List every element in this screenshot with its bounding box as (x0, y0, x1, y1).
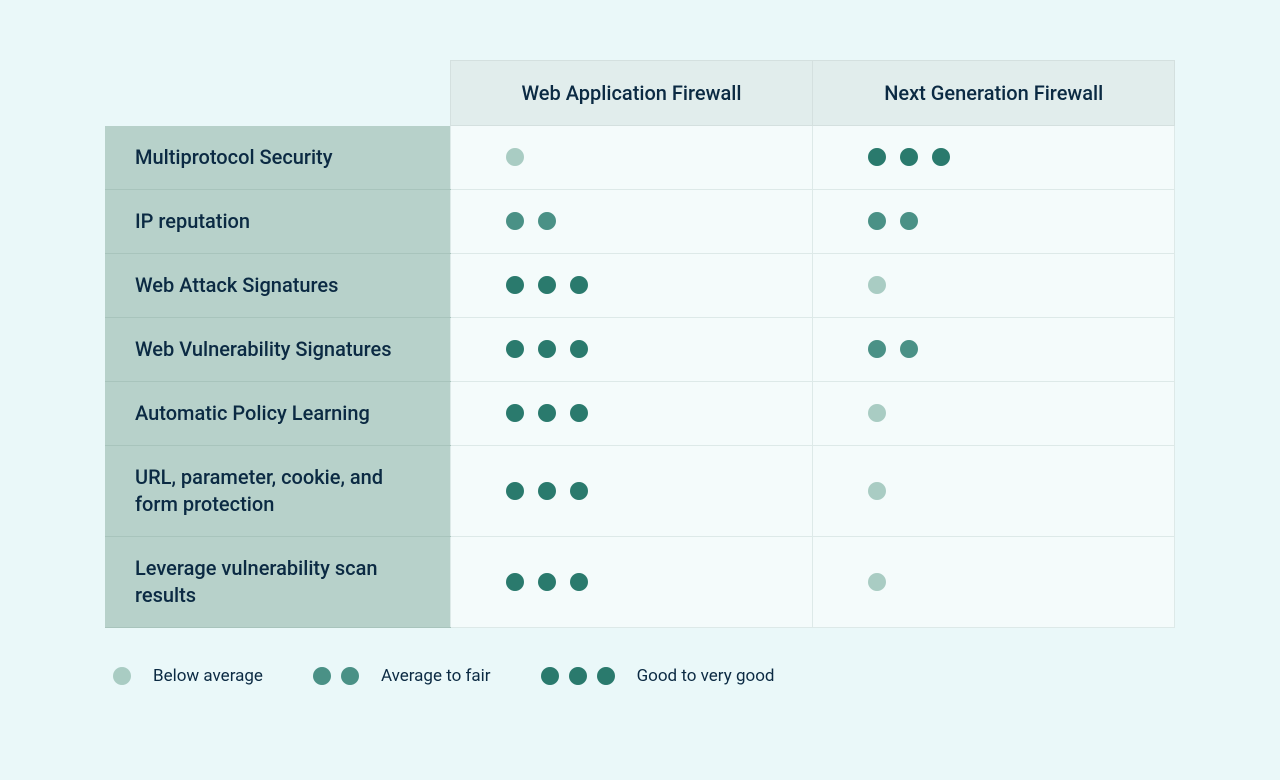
dot-icon (541, 667, 559, 685)
legend-dots (113, 667, 131, 685)
dot-icon (570, 482, 588, 500)
cell-waf-auto-policy (450, 381, 813, 445)
cell-ngfw-vuln-scan (813, 536, 1175, 627)
dot-icon (506, 340, 524, 358)
column-header-waf: Web Application Firewall (450, 61, 813, 126)
cell-ngfw-multiprotocol (813, 126, 1175, 190)
table-row: IP reputation (105, 189, 1175, 253)
table-row: Web Vulnerability Signatures (105, 317, 1175, 381)
rating-dots (868, 404, 1119, 422)
dot-icon (932, 148, 950, 166)
dot-icon (900, 212, 918, 230)
table-row: Multiprotocol Security (105, 126, 1175, 190)
dot-icon (900, 340, 918, 358)
comparison-table: Web Application Firewall Next Generation… (105, 60, 1175, 628)
dot-icon (570, 573, 588, 591)
cell-ngfw-ip-reputation (813, 189, 1175, 253)
legend-item-good-very-good: Good to very good (541, 666, 775, 686)
dot-icon (868, 340, 886, 358)
header-blank (105, 61, 450, 126)
rating-dots (868, 482, 1119, 500)
dot-icon (506, 404, 524, 422)
dot-icon (538, 212, 556, 230)
row-label-web-vuln-sigs: Web Vulnerability Signatures (105, 317, 450, 381)
rating-dots (868, 276, 1119, 294)
dot-icon (868, 404, 886, 422)
row-label-ip-reputation: IP reputation (105, 189, 450, 253)
cell-waf-web-vuln-sigs (450, 317, 813, 381)
row-label-url-param-cookie: URL, parameter, cookie, and form protect… (105, 445, 450, 536)
rating-dots (506, 340, 758, 358)
cell-ngfw-url-param-cookie (813, 445, 1175, 536)
dot-icon (506, 573, 524, 591)
dot-icon (570, 276, 588, 294)
cell-waf-vuln-scan (450, 536, 813, 627)
row-label-web-attack-sigs: Web Attack Signatures (105, 253, 450, 317)
legend-label: Good to very good (637, 666, 775, 686)
rating-dots (506, 482, 758, 500)
dot-icon (538, 482, 556, 500)
table-row: Web Attack Signatures (105, 253, 1175, 317)
rating-dots (868, 148, 1119, 166)
table-row: Automatic Policy Learning (105, 381, 1175, 445)
dot-icon (313, 667, 331, 685)
table-row: Leverage vulnerability scan results (105, 536, 1175, 627)
dot-icon (868, 276, 886, 294)
rating-dots (868, 212, 1119, 230)
dot-icon (506, 148, 524, 166)
rating-dots (868, 340, 1119, 358)
dot-icon (868, 148, 886, 166)
dot-icon (868, 482, 886, 500)
legend-dots (541, 667, 615, 685)
dot-icon (538, 340, 556, 358)
cell-waf-web-attack-sigs (450, 253, 813, 317)
table-header-row: Web Application Firewall Next Generation… (105, 61, 1175, 126)
dot-icon (569, 667, 587, 685)
dot-icon (113, 667, 131, 685)
row-label-auto-policy: Automatic Policy Learning (105, 381, 450, 445)
rating-dots (506, 404, 758, 422)
rating-dots (506, 276, 758, 294)
rating-dots (506, 212, 758, 230)
dot-icon (341, 667, 359, 685)
dot-icon (506, 276, 524, 294)
dot-icon (538, 276, 556, 294)
legend: Below average Average to fair Good to ve… (105, 666, 1175, 686)
cell-ngfw-auto-policy (813, 381, 1175, 445)
dot-icon (597, 667, 615, 685)
column-header-ngfw: Next Generation Firewall (813, 61, 1175, 126)
cell-waf-multiprotocol (450, 126, 813, 190)
dot-icon (900, 148, 918, 166)
dot-icon (506, 482, 524, 500)
dot-icon (868, 212, 886, 230)
rating-dots (506, 573, 758, 591)
dot-icon (570, 404, 588, 422)
legend-item-below-average: Below average (113, 666, 263, 686)
legend-label: Below average (153, 666, 263, 686)
cell-waf-ip-reputation (450, 189, 813, 253)
table-row: URL, parameter, cookie, and form protect… (105, 445, 1175, 536)
row-label-vuln-scan: Leverage vulnerability scan results (105, 536, 450, 627)
dot-icon (506, 212, 524, 230)
row-label-multiprotocol: Multiprotocol Security (105, 126, 450, 190)
dot-icon (570, 340, 588, 358)
rating-dots (506, 148, 758, 166)
dot-icon (538, 573, 556, 591)
legend-item-average-fair: Average to fair (313, 666, 491, 686)
legend-label: Average to fair (381, 666, 491, 686)
rating-dots (868, 573, 1119, 591)
cell-ngfw-web-vuln-sigs (813, 317, 1175, 381)
cell-waf-url-param-cookie (450, 445, 813, 536)
dot-icon (868, 573, 886, 591)
dot-icon (538, 404, 556, 422)
cell-ngfw-web-attack-sigs (813, 253, 1175, 317)
legend-dots (313, 667, 359, 685)
